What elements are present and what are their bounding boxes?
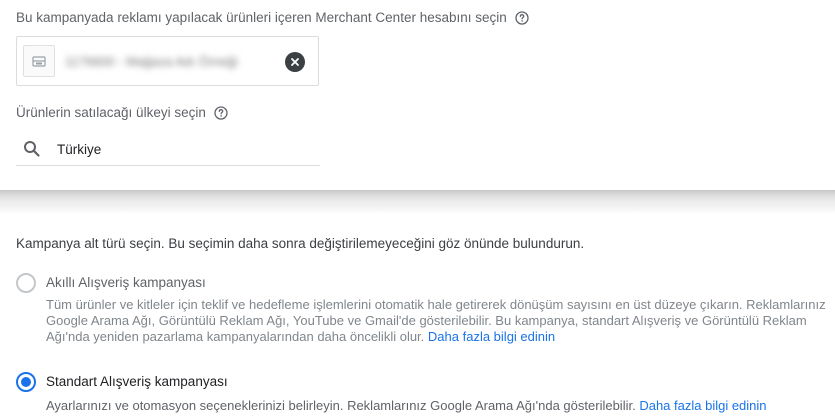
help-circle-icon[interactable] bbox=[214, 105, 228, 120]
country-label-text: Ürünlerin satılacağı ülkeyi seçin bbox=[16, 105, 206, 120]
standard-shopping-label[interactable]: Standart Alışveriş kampanyası bbox=[46, 374, 228, 389]
account-settings-card: Bu kampanyada reklamı yapılacak ürünleri… bbox=[0, 0, 835, 190]
smart-shopping-learn-more-link[interactable]: Daha fazla bilgi edinin bbox=[428, 329, 555, 344]
section-divider bbox=[0, 190, 835, 214]
page: Bu kampanyada reklamı yapılacak ürünleri… bbox=[0, 0, 835, 418]
standard-shopping-learn-more-link[interactable]: Daha fazla bilgi edinin bbox=[639, 398, 766, 413]
radio-smart-shopping[interactable] bbox=[16, 273, 36, 293]
merchant-center-label: Bu kampanyada reklamı yapılacak ürünleri… bbox=[16, 10, 529, 25]
search-icon bbox=[23, 140, 41, 158]
country-label: Ürünlerin satılacağı ülkeyi seçin bbox=[16, 105, 228, 120]
merchant-center-account-chip[interactable]: 1176600 - Mağaza Adı Örneği bbox=[16, 36, 319, 86]
merchant-center-label-text: Bu kampanyada reklamı yapılacak ürünleri… bbox=[16, 10, 507, 25]
radio-standard-shopping[interactable] bbox=[16, 372, 36, 392]
standard-shopping-description: Ayarlarınızı ve otomasyon seçenekleriniz… bbox=[46, 398, 831, 414]
help-circle-icon[interactable] bbox=[515, 10, 529, 25]
country-search-input[interactable]: Türkiye bbox=[16, 134, 320, 166]
clear-circle-icon[interactable] bbox=[285, 52, 305, 72]
smart-shopping-description: Tüm ürünler ve kitleler için teklif ve h… bbox=[46, 297, 831, 345]
merchant-center-account-name: 1176600 - Mağaza Adı Örneği bbox=[65, 54, 238, 69]
country-search-value: Türkiye bbox=[57, 142, 102, 157]
subtype-section-title: Kampanya alt türü seçin. Bu seçimin daha… bbox=[16, 236, 585, 251]
store-icon bbox=[23, 45, 55, 77]
smart-shopping-label[interactable]: Akıllı Alışveriş kampanyası bbox=[46, 275, 206, 290]
standard-shopping-description-text: Ayarlarınızı ve otomasyon seçenekleriniz… bbox=[46, 398, 636, 413]
